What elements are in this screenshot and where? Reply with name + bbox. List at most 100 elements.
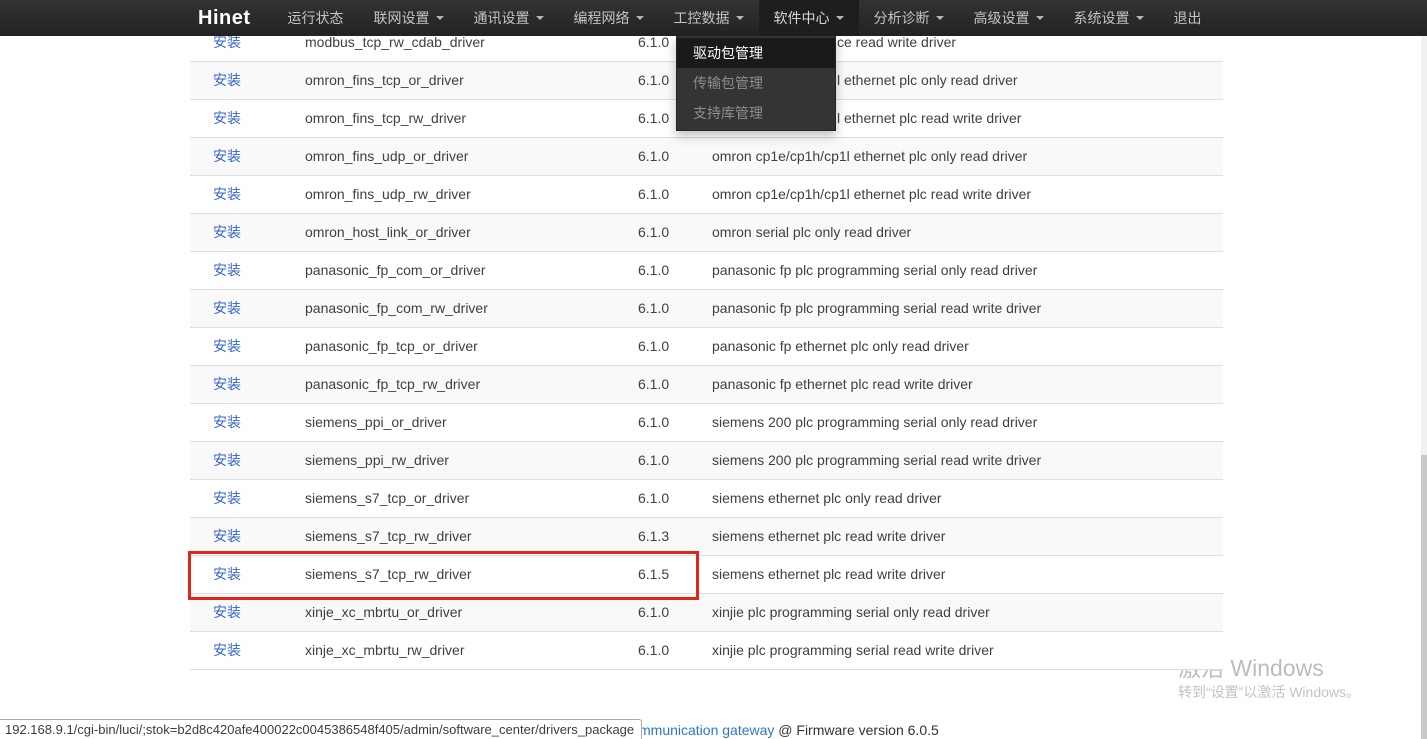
status-url-bubble: 192.168.9.1/cgi-bin/luci/;stok=b2d8c420a…: [0, 719, 642, 739]
driver-description: siemens ethernet plc read write driver: [712, 517, 1223, 555]
driver-description: panasonic fp plc programming serial read…: [712, 289, 1223, 327]
install-link[interactable]: 安装: [213, 186, 241, 202]
driver-name: panasonic_fp_com_rw_driver: [305, 289, 638, 327]
nav-item-编程网络[interactable]: 编程网络: [559, 0, 659, 36]
nav-item-运行状态[interactable]: 运行状态: [273, 0, 359, 36]
install-link[interactable]: 安装: [213, 604, 241, 620]
driver-version: 6.1.0: [638, 365, 712, 403]
driver-name: xinje_xc_mbrtu_or_driver: [305, 593, 638, 631]
install-cell: 安装: [190, 99, 305, 137]
table-row: 安装panasonic_fp_tcp_or_driver6.1.0panason…: [190, 327, 1223, 365]
install-link[interactable]: 安装: [213, 566, 241, 582]
nav-item-label: 软件中心: [774, 8, 830, 28]
nav-item-系统设置[interactable]: 系统设置: [1059, 0, 1159, 36]
driver-name: omron_fins_udp_rw_driver: [305, 175, 638, 213]
chevron-down-icon: [736, 16, 744, 20]
install-link[interactable]: 安装: [213, 338, 241, 354]
driver-name: siemens_ppi_or_driver: [305, 403, 638, 441]
nav-item-label: 分析诊断: [874, 8, 930, 28]
install-link[interactable]: 安装: [213, 224, 241, 240]
chevron-down-icon: [636, 16, 644, 20]
install-cell: 安装: [190, 593, 305, 631]
install-link[interactable]: 安装: [213, 300, 241, 316]
driver-version: 6.1.0: [638, 213, 712, 251]
driver-name: panasonic_fp_com_or_driver: [305, 251, 638, 289]
table-row: 安装siemens_s7_tcp_rw_driver6.1.5siemens e…: [190, 555, 1223, 593]
chevron-down-icon: [536, 16, 544, 20]
install-link[interactable]: 安装: [213, 528, 241, 544]
install-cell: 安装: [190, 403, 305, 441]
nav-item-label: 编程网络: [574, 8, 630, 28]
nav-item-工控数据[interactable]: 工控数据: [659, 0, 759, 36]
install-link[interactable]: 安装: [213, 642, 241, 658]
driver-description: siemens 200 plc programming serial read …: [712, 441, 1223, 479]
install-link[interactable]: 安装: [213, 452, 241, 468]
dropdown-item-传输包管理[interactable]: 传输包管理: [677, 68, 835, 98]
driver-description: omron cp1e/cp1h/cp1l ethernet plc read w…: [712, 175, 1223, 213]
install-cell: 安装: [190, 365, 305, 403]
install-link[interactable]: 安装: [213, 72, 241, 88]
table-row: 安装panasonic_fp_com_or_driver6.1.0panason…: [190, 251, 1223, 289]
driver-name: omron_fins_tcp_or_driver: [305, 61, 638, 99]
driver-description: xinjie plc programming serial read write…: [712, 631, 1223, 669]
driver-version: 6.1.0: [638, 327, 712, 365]
driver-description: siemens ethernet plc read write driver: [712, 555, 1223, 593]
software-center-dropdown: 驱动包管理传输包管理支持库管理: [676, 36, 836, 131]
nav-item-label: 高级设置: [974, 8, 1030, 28]
install-link[interactable]: 安装: [213, 34, 241, 50]
driver-version: 6.1.3: [638, 517, 712, 555]
install-link[interactable]: 安装: [213, 110, 241, 126]
chevron-down-icon: [836, 16, 844, 20]
table-row: 安装panasonic_fp_tcp_rw_driver6.1.0panason…: [190, 365, 1223, 403]
table-row: 安装 siemens_s7_tcp_rw_driver6.1.3siemens e…: [190, 517, 1223, 555]
footer-gateway-link[interactable]: mmunication gateway: [639, 722, 774, 738]
nav-item-联网设置[interactable]: 联网设置: [359, 0, 459, 36]
install-link[interactable]: 安装: [213, 376, 241, 392]
driver-version: 6.1.0: [638, 479, 712, 517]
install-cell: 安装: [190, 517, 305, 555]
install-cell: 安装: [190, 61, 305, 99]
install-cell: 安装: [190, 555, 305, 593]
scrollbar-track: [1421, 36, 1427, 739]
nav-item-分析诊断[interactable]: 分析诊断: [859, 0, 959, 36]
driver-name: siemens_s7_tcp_rw_driver: [305, 517, 638, 555]
brand-logo[interactable]: Hinet: [198, 7, 251, 30]
nav-item-软件中心[interactable]: 软件中心: [759, 0, 859, 36]
nav-item-退出[interactable]: 退出: [1159, 0, 1217, 36]
table-row: 安装xinje_xc_mbrtu_or_driver6.1.0xinjie pl…: [190, 593, 1223, 631]
install-cell: 安装: [190, 137, 305, 175]
chevron-down-icon: [436, 16, 444, 20]
driver-description: xinjie plc programming serial only read …: [712, 593, 1223, 631]
nav-item-label: 通讯设置: [474, 8, 530, 28]
install-cell: 安装: [190, 213, 305, 251]
dropdown-item-驱动包管理[interactable]: 驱动包管理: [677, 38, 835, 68]
driver-description: panasonic fp ethernet plc only read driv…: [712, 327, 1223, 365]
table-row: 安装omron_host_link_or_driver6.1.0omron se…: [190, 213, 1223, 251]
driver-version: 6.1.0: [638, 289, 712, 327]
top-navbar: Hinet 运行状态联网设置通讯设置 编程网络 工控数据软件中心 分析诊断 高级设置 系统…: [0, 0, 1427, 36]
driver-name: omron_host_link_or_driver: [305, 213, 638, 251]
table-row: 安装 omron_fins_udp_rw_driver6.1.0omron cp1…: [190, 175, 1223, 213]
install-link[interactable]: 安装: [213, 414, 241, 430]
watermark-subtitle: 转到“设置”以激活 Windows。: [1178, 682, 1360, 702]
install-cell: 安装: [190, 479, 305, 517]
install-link[interactable]: 安装: [213, 490, 241, 506]
install-link[interactable]: 安装: [213, 148, 241, 164]
driver-name: omron_fins_tcp_rw_driver: [305, 99, 638, 137]
scrollbar-thumb[interactable]: [1421, 455, 1427, 739]
navbar-menu: 运行状态联网设置通讯设置 编程网络 工控数据软件中心 分析诊断 高级设置 系统设置退出: [273, 0, 1217, 36]
install-link[interactable]: 安装: [213, 262, 241, 278]
driver-version: 6.1.0: [638, 175, 712, 213]
dropdown-item-支持库管理[interactable]: 支持库管理: [677, 98, 835, 128]
table-row: 安装omron_fins_udp_or_driver6.1.0omron cp1…: [190, 137, 1223, 175]
install-cell: 安装: [190, 289, 305, 327]
nav-item-通讯设置[interactable]: 通讯设置: [459, 0, 559, 36]
footer-version-text: @ Firmware version 6.0.5: [774, 722, 938, 738]
nav-item-label: 退出: [1174, 8, 1202, 28]
driver-name: omron_fins_udp_or_driver: [305, 137, 638, 175]
driver-name: siemens_ppi_rw_driver: [305, 441, 638, 479]
footer: mmunication gateway @ Firmware version 6…: [639, 722, 939, 738]
nav-item-高级设置[interactable]: 高级设置: [959, 0, 1059, 36]
driver-name: siemens_s7_tcp_rw_driver: [305, 555, 638, 593]
driver-description: siemens ethernet plc only read driver: [712, 479, 1223, 517]
